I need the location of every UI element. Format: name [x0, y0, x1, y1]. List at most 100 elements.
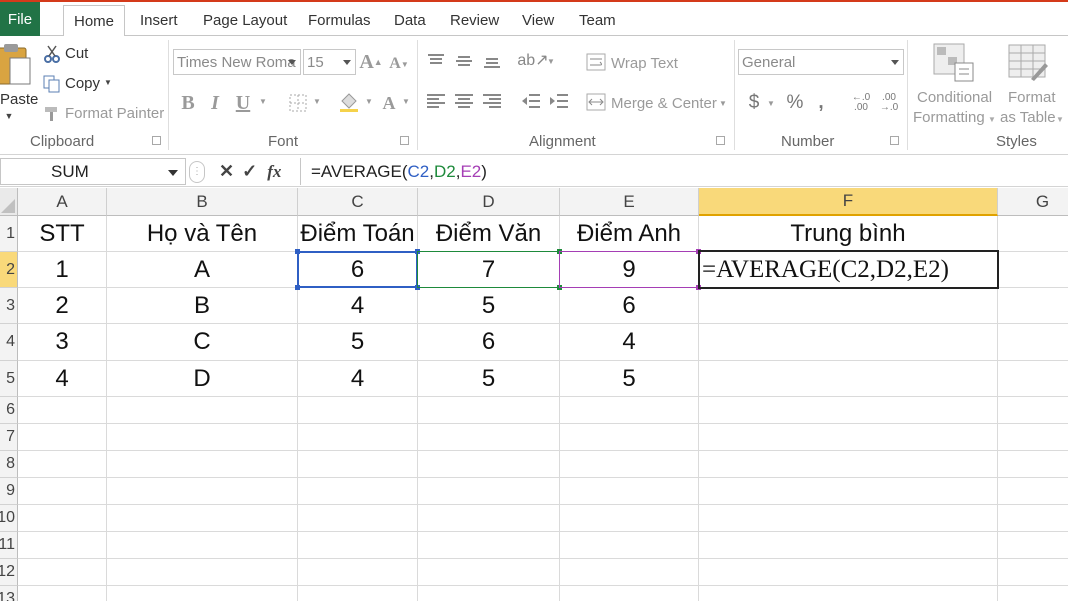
conditional-formatting-button[interactable]: Formatting: [913, 109, 985, 126]
tab-data[interactable]: Data: [384, 5, 436, 36]
cell-f5[interactable]: [699, 361, 998, 397]
cell-c2[interactable]: 6: [298, 252, 418, 288]
font-color-dropdown-icon[interactable]: ▼: [401, 96, 411, 106]
cell-c4[interactable]: 5: [298, 324, 418, 361]
row-header-7[interactable]: 7: [0, 424, 18, 451]
fill-color-dropdown-icon[interactable]: ▼: [364, 96, 374, 106]
conditional-formatting-dropdown-icon[interactable]: ▼: [987, 114, 997, 124]
underline-dropdown-icon[interactable]: ▼: [258, 96, 268, 106]
cell-e3[interactable]: 6: [560, 288, 699, 324]
tab-review[interactable]: Review: [440, 5, 509, 36]
row-header-9[interactable]: 9: [0, 478, 18, 505]
cell-b1[interactable]: Họ và Tên: [107, 216, 298, 252]
merge-dropdown-icon[interactable]: ▼: [718, 98, 728, 108]
enter-checkmark-icon[interactable]: ✓: [242, 161, 257, 182]
cell-a4[interactable]: 3: [18, 324, 107, 361]
expand-handle-icon[interactable]: ⋮: [189, 160, 205, 183]
column-header-d[interactable]: D: [418, 188, 560, 216]
cell-g2[interactable]: [998, 252, 1068, 288]
cell-d5[interactable]: 5: [418, 361, 560, 397]
currency-icon[interactable]: $: [744, 91, 764, 115]
borders-icon[interactable]: [286, 92, 310, 114]
grow-font-icon[interactable]: A ▲: [359, 51, 382, 73]
row-header-4[interactable]: 4: [0, 324, 18, 361]
align-right-icon[interactable]: [481, 92, 503, 110]
cell-b3[interactable]: B: [107, 288, 298, 324]
cancel-icon[interactable]: ✕: [219, 161, 234, 182]
column-header-f[interactable]: F: [699, 188, 998, 216]
cell-d2[interactable]: 7: [418, 252, 560, 288]
cell-c1[interactable]: Điểm Toán: [298, 216, 418, 252]
row-header-2[interactable]: 2: [0, 252, 18, 288]
cell-g5[interactable]: [998, 361, 1068, 397]
fill-color-icon[interactable]: [336, 90, 362, 114]
cell-g1[interactable]: [998, 216, 1068, 252]
name-box[interactable]: SUM: [0, 158, 186, 185]
cell-b4[interactable]: C: [107, 324, 298, 361]
paste-icon[interactable]: [0, 40, 32, 92]
column-header-b[interactable]: B: [107, 188, 298, 216]
underline-icon[interactable]: U: [232, 90, 254, 116]
font-launcher-icon[interactable]: [400, 136, 409, 145]
column-header-g[interactable]: G: [998, 188, 1068, 216]
tab-file[interactable]: File: [0, 2, 40, 36]
cell-f3[interactable]: [699, 288, 998, 324]
cell-c5[interactable]: 4: [298, 361, 418, 397]
chevron-down-icon[interactable]: [288, 60, 296, 65]
cell-a1[interactable]: STT: [18, 216, 107, 252]
cell-a2[interactable]: 1: [18, 252, 107, 288]
copy-button[interactable]: Copy: [65, 75, 100, 92]
font-color-icon[interactable]: A: [379, 90, 399, 116]
row-header-10[interactable]: 10: [0, 505, 18, 532]
align-top-icon[interactable]: [425, 52, 447, 70]
align-left-icon[interactable]: [425, 92, 447, 110]
percent-icon[interactable]: %: [784, 91, 806, 115]
cell-f1[interactable]: Trung bình: [699, 216, 998, 252]
row-header-13[interactable]: 13: [0, 586, 18, 601]
cell-d3[interactable]: 5: [418, 288, 560, 324]
row-header-6[interactable]: 6: [0, 397, 18, 424]
align-center-icon[interactable]: [453, 92, 475, 110]
increase-decimal-icon[interactable]: ←.0.00: [848, 92, 874, 114]
cell-e1[interactable]: Điểm Anh: [560, 216, 699, 252]
column-header-e[interactable]: E: [560, 188, 699, 216]
format-as-table-dropdown-icon[interactable]: ▼: [1055, 114, 1065, 124]
cell-a3[interactable]: 2: [18, 288, 107, 324]
font-size-combo[interactable]: 15: [303, 49, 356, 75]
column-header-a[interactable]: A: [18, 188, 107, 216]
chevron-down-icon[interactable]: [168, 170, 178, 176]
cell-d4[interactable]: 6: [418, 324, 560, 361]
cell-b5[interactable]: D: [107, 361, 298, 397]
borders-dropdown-icon[interactable]: ▼: [312, 96, 322, 106]
formula-input[interactable]: =AVERAGE(C2, D2, E2): [300, 158, 1068, 185]
column-header-c[interactable]: C: [298, 188, 418, 216]
wrap-text-button[interactable]: Wrap Text: [611, 55, 678, 72]
alignment-launcher-icon[interactable]: [716, 136, 725, 145]
chevron-down-icon[interactable]: [343, 60, 351, 65]
cell-e4[interactable]: 4: [560, 324, 699, 361]
bold-icon[interactable]: B: [177, 90, 199, 116]
cell-e5[interactable]: 5: [560, 361, 699, 397]
conditional-formatting-icon[interactable]: [932, 42, 976, 84]
paste-button[interactable]: Paste: [0, 91, 38, 108]
cell-c3[interactable]: 4: [298, 288, 418, 324]
font-name-combo[interactable]: Times New Roma: [173, 49, 301, 75]
cut-button[interactable]: Cut: [65, 45, 88, 62]
increase-indent-icon[interactable]: [548, 92, 570, 110]
row-header-3[interactable]: 3: [0, 288, 18, 324]
row-header-5[interactable]: 5: [0, 361, 18, 397]
align-middle-icon[interactable]: [453, 52, 475, 70]
italic-icon[interactable]: I: [205, 90, 225, 116]
row-header-12[interactable]: 12: [0, 559, 18, 586]
select-all-corner[interactable]: [0, 188, 18, 216]
comma-style-icon[interactable]: ,: [814, 91, 828, 115]
tab-view[interactable]: View: [512, 5, 564, 36]
decrease-indent-icon[interactable]: [520, 92, 542, 110]
tab-team[interactable]: Team: [569, 5, 626, 36]
copy-dropdown-icon[interactable]: ▼: [103, 77, 113, 87]
shrink-font-icon[interactable]: A ▼: [388, 53, 410, 75]
cell-d1[interactable]: Điểm Văn: [418, 216, 560, 252]
row-header-8[interactable]: 8: [0, 451, 18, 478]
cell-g4[interactable]: [998, 324, 1068, 361]
orientation-icon[interactable]: ab↗: [517, 50, 548, 70]
